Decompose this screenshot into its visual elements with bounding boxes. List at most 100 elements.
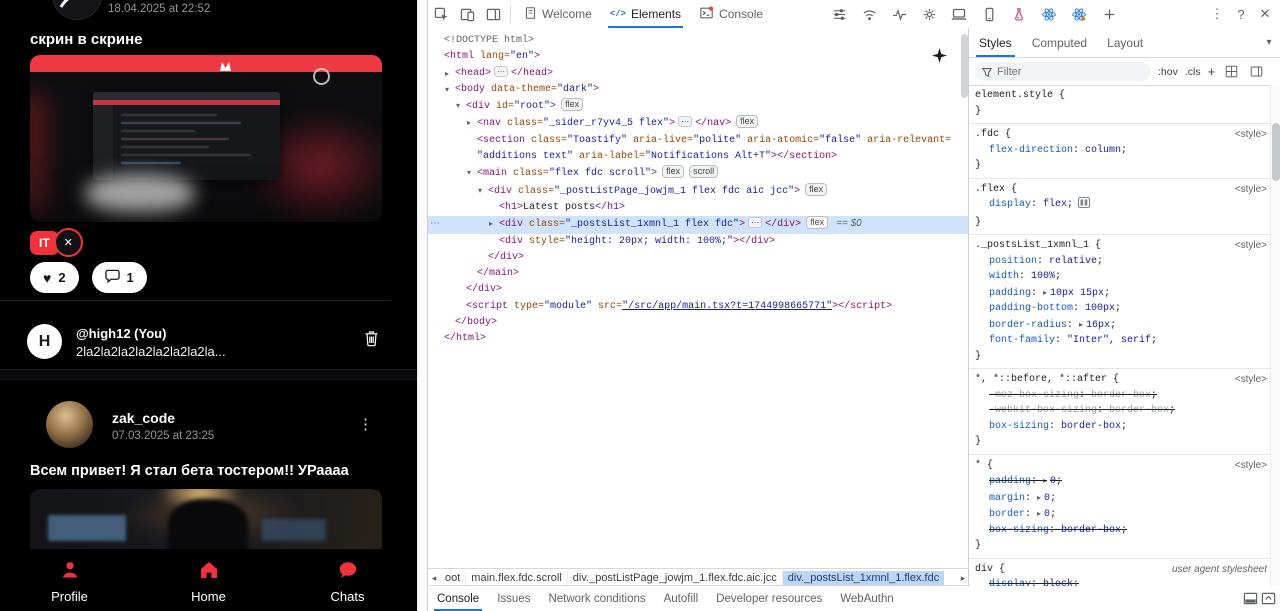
new-style-rule-button[interactable]: + [1208, 64, 1216, 79]
css-property-name[interactable]: -moz-box-sizing [989, 390, 1079, 401]
css-declaration[interactable]: flex-direction: column; [975, 143, 1267, 159]
expand-arrow-icon[interactable]: ▸ [489, 216, 493, 232]
drawer-tab-webauthn[interactable]: WebAuthn [831, 586, 903, 611]
css-property-value[interactable]: 0 [1044, 493, 1050, 504]
css-declaration[interactable]: border-radius: ▸ 16px; [975, 317, 1267, 334]
shorthand-expand-icon[interactable]: ▸ [1043, 476, 1047, 485]
tree-line[interactable]: <h1>Latest posts</h1> [428, 200, 969, 216]
expand-arrow-icon[interactable]: ▸ [445, 66, 449, 82]
layout-badge[interactable]: flex [662, 165, 685, 179]
drawer-tab-autofill[interactable]: Autofill [655, 586, 708, 611]
tree-line[interactable]: ▾ <div class="_postListPage_jowjm_1 flex … [428, 182, 969, 200]
sidebar-layout-icon[interactable] [1247, 63, 1265, 81]
extension-pink-icon[interactable] [1004, 2, 1034, 26]
css-property-value[interactable]: 100% [1031, 271, 1055, 282]
css-declaration[interactable]: font-family: "Inter", serif; [975, 333, 1267, 349]
stylesheet-link[interactable]: <style> [1235, 458, 1267, 474]
settings-icon[interactable] [914, 2, 944, 26]
post-image[interactable] [30, 55, 382, 222]
laptop-icon[interactable] [944, 2, 974, 26]
css-selector[interactable]: .fdc [975, 129, 999, 140]
styles-filter-input[interactable] [975, 62, 1151, 81]
tree-line[interactable]: ▾ <main class="flex fdc scroll"> flex scrol… [428, 165, 969, 182]
styles-tab-layout[interactable]: Layout [1097, 28, 1153, 57]
tree-line[interactable]: <html lang="en"> [428, 49, 969, 65]
tablet-icon[interactable] [974, 2, 1004, 26]
avatar[interactable] [52, 0, 102, 20]
css-declaration[interactable]: width: 100%; [975, 269, 1267, 285]
tree-line[interactable]: <section class="Toastify" aria-live="pol… [428, 133, 969, 149]
performance-icon[interactable] [884, 2, 914, 26]
layout-badge[interactable]: flex [805, 182, 828, 196]
layout-badge[interactable]: flex [561, 98, 584, 112]
tree-line[interactable]: ▾ <body data-theme="dark"> [428, 82, 969, 98]
element-classes-button[interactable]: .cls [1185, 66, 1201, 78]
layout-badge[interactable]: flex [736, 115, 759, 129]
device-toolbar-icon[interactable] [454, 2, 480, 26]
shorthand-expand-icon[interactable]: ▸ [1037, 493, 1041, 502]
css-declaration[interactable]: box-sizing: border-box; [975, 419, 1267, 435]
css-selector[interactable]: element.style [975, 90, 1053, 101]
tree-line[interactable]: ▸ <head> ⋯ </head> [428, 65, 969, 82]
stylesheet-link[interactable]: <style> [1235, 372, 1267, 388]
react-components-icon[interactable] [1034, 2, 1064, 26]
css-selector[interactable]: * [975, 460, 981, 471]
breadcrumb-item[interactable]: div._postListPage_jowjm_1.flex.fdc.aic.j… [568, 571, 783, 585]
tab-elements[interactable]: </> Elements [601, 0, 690, 28]
css-declaration[interactable]: display: block; [975, 577, 1267, 586]
css-property-value[interactable]: "Inter", serif [1067, 335, 1151, 346]
tree-line[interactable]: ▾ <div id="root"> flex [428, 98, 969, 115]
css-property-name[interactable]: display [989, 579, 1031, 586]
tab-console[interactable]: Console [690, 0, 772, 28]
collapse-arrow-icon[interactable]: ▾ [478, 183, 482, 199]
tree-line[interactable]: </main> [428, 266, 969, 282]
kebab-menu-icon[interactable]: ⋮ [1205, 2, 1229, 26]
css-property-name[interactable]: display [989, 199, 1031, 210]
css-selector[interactable]: .flex [975, 184, 1005, 195]
like-button[interactable]: ♥ 2 [30, 262, 79, 293]
css-property-name[interactable]: margin [989, 493, 1025, 504]
breadcrumb-item[interactable]: oot [440, 571, 467, 585]
tree-line[interactable]: "additions text" aria-label="Notificatio… [428, 149, 969, 165]
css-property-value[interactable]: 100px [1085, 303, 1115, 314]
tree-line[interactable]: </body> [428, 315, 969, 331]
ellipsis-expand-icon[interactable]: ⋯ [494, 65, 509, 77]
css-property-value[interactable]: 0 [1044, 509, 1050, 520]
tab-welcome[interactable]: Welcome [515, 0, 601, 28]
css-property-value[interactable]: relative [1049, 256, 1097, 267]
css-declaration[interactable]: padding: ▸ 10px 15px; [975, 285, 1267, 302]
drawer-tab-console[interactable]: Console [428, 586, 488, 611]
css-property-value[interactable]: 0 [1050, 476, 1056, 487]
styles-scrollbar[interactable] [1270, 85, 1280, 586]
css-property-value[interactable]: border-box [1061, 525, 1121, 536]
tree-line[interactable]: ▸ <nav class="_sider_r7yv4_5 flex"> ⋯ </nav… [428, 115, 969, 132]
css-declaration[interactable]: padding-bottom: 100px; [975, 301, 1267, 317]
nav-item-chats[interactable]: Chats [278, 553, 417, 611]
breadcrumb-item[interactable]: div._postsList_1xmnl_1.flex.fdc [782, 571, 945, 585]
css-declaration[interactable]: padding: ▸ 0; [975, 473, 1267, 490]
ellipsis-expand-icon[interactable]: ⋯ [678, 116, 693, 128]
tune-icon[interactable] [824, 2, 854, 26]
css-property-name[interactable]: padding [989, 288, 1031, 299]
stylesheet-link[interactable]: <style> [1235, 127, 1267, 143]
tree-line[interactable]: ⋯ ▸ <div class="_postsList_1xmnl_1 flex fd… [428, 216, 969, 234]
layout-badge[interactable]: scroll [689, 165, 719, 179]
layout-badge[interactable]: flex [806, 216, 829, 230]
css-property-name[interactable]: padding [989, 476, 1031, 487]
css-property-name[interactable]: box-sizing [989, 525, 1049, 536]
css-property-name[interactable]: border [989, 509, 1025, 520]
css-property-value[interactable]: flex [1043, 199, 1067, 210]
css-selector[interactable]: ._postsList_1xmnl_1 [975, 240, 1089, 251]
css-property-value[interactable]: block [1043, 579, 1073, 586]
more-actions-icon[interactable]: ⋯ [430, 216, 440, 232]
css-declaration[interactable]: border: ▸ 0; [975, 506, 1267, 523]
tree-line[interactable]: </div> [428, 250, 969, 266]
drawer-tab-network-conditions[interactable]: Network conditions [539, 586, 654, 611]
css-declaration[interactable]: margin: ▸ 0; [975, 490, 1267, 507]
flex-editor-icon[interactable] [1078, 197, 1091, 215]
collapse-arrow-icon[interactable]: ▾ [467, 165, 471, 181]
tree-line[interactable]: </div> [428, 282, 969, 298]
expand-arrow-icon[interactable]: ▸ [467, 115, 471, 131]
tree-line[interactable]: <script type="module" src="/src/app/main… [428, 299, 969, 315]
tree-line[interactable]: </html> [428, 331, 969, 347]
